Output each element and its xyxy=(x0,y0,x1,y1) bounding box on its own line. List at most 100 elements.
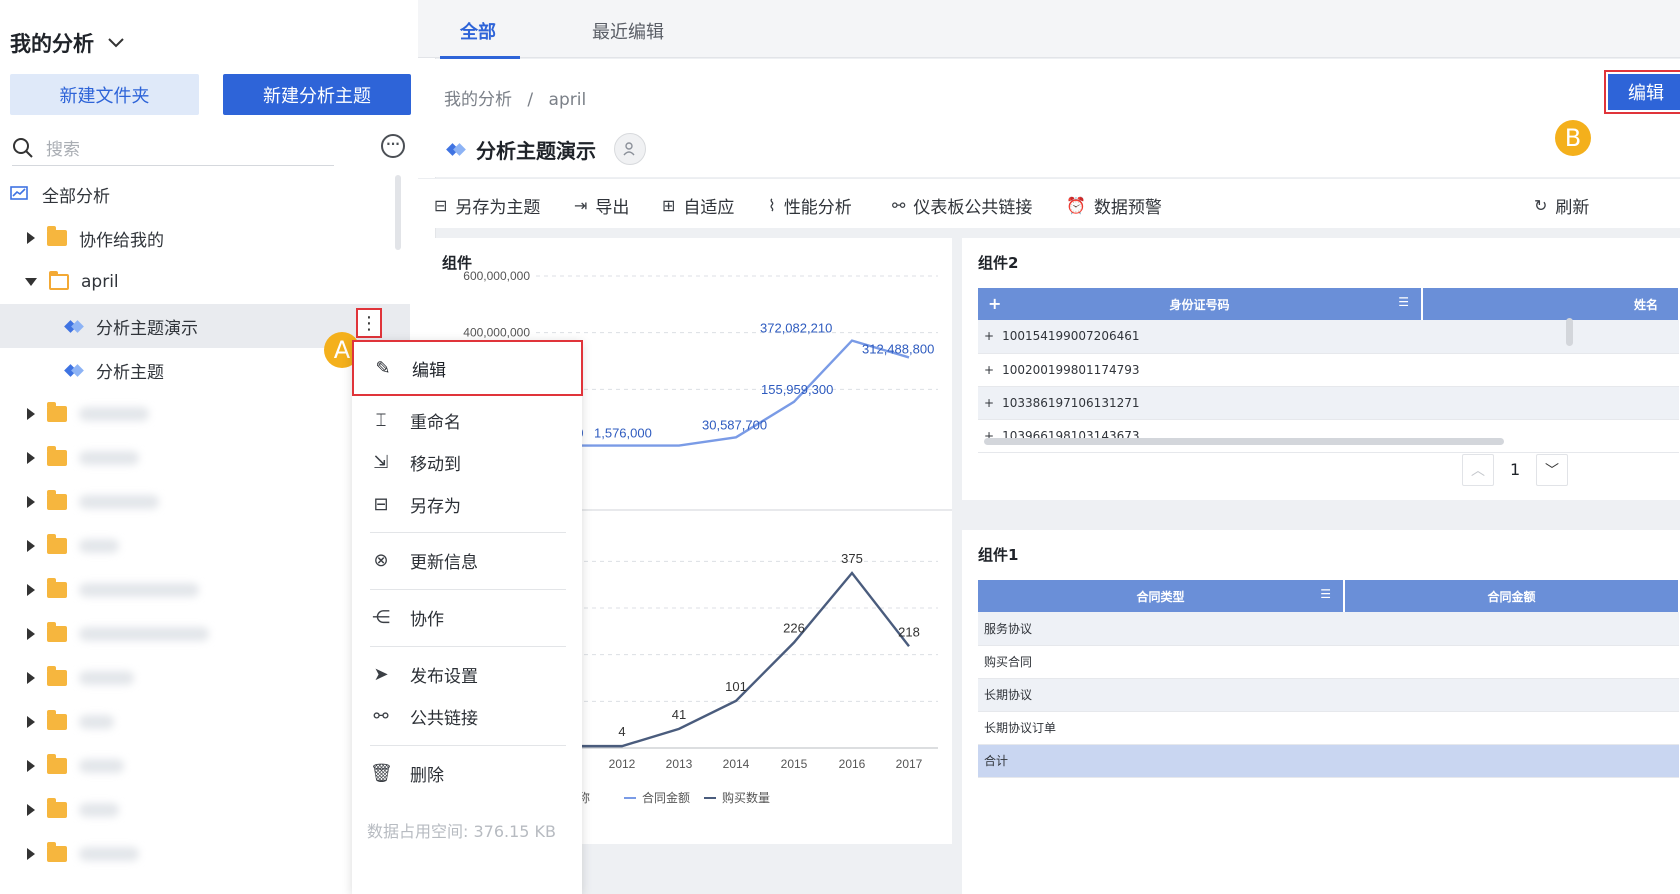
menu-divider xyxy=(370,646,566,647)
table-cell xyxy=(1344,711,1679,745)
update-icon: ⊗ xyxy=(373,549,389,571)
contract-table: 合同类型 ☰ 合同金额 服务协议 购买合同 长期协议 长期协议订单 合计 xyxy=(978,580,1680,778)
tree-item-blurred[interactable] xyxy=(0,524,410,568)
menu-item-delete[interactable]: 🗑 删除 xyxy=(352,753,582,793)
link-icon: ⚯ xyxy=(892,196,906,215)
folder-icon xyxy=(47,534,67,554)
sort-icon[interactable]: ☰ xyxy=(1398,295,1409,309)
save-icon: ⊟ xyxy=(434,196,448,215)
table-total-row[interactable]: 合计 xyxy=(978,744,1679,778)
sort-icon[interactable]: ☰ xyxy=(1320,587,1331,601)
marker-b: B xyxy=(1555,120,1591,156)
menu-item-publish[interactable]: ➤ 发布设置 xyxy=(352,654,582,694)
toolbar-label: 自适应 xyxy=(683,198,735,218)
menu-item-public-link[interactable]: ⚯ 公共链接 xyxy=(352,696,582,736)
export-button[interactable]: ⇥ 导出 xyxy=(574,193,629,218)
expand-icon[interactable] xyxy=(27,672,35,684)
public-link-button[interactable]: ⚯ 仪表板公共链接 xyxy=(892,193,1032,218)
expand-icon[interactable] xyxy=(27,584,35,596)
table-row[interactable]: +103966198103143673 xyxy=(978,419,1679,453)
tree-item-blurred[interactable] xyxy=(0,832,410,876)
breadcrumb-folder[interactable]: april xyxy=(549,90,587,110)
new-folder-button[interactable]: 新建文件夹 xyxy=(10,74,199,115)
adapt-button[interactable]: ⊞ 自适应 xyxy=(662,193,734,218)
table-row[interactable]: +100200199801174793 xyxy=(978,353,1679,387)
table-row[interactable]: 购买合同 xyxy=(978,645,1679,679)
tree-item-blurred[interactable] xyxy=(0,656,410,700)
expand-row-icon[interactable]: + xyxy=(984,329,994,343)
expand-icon[interactable] xyxy=(27,848,35,860)
more-options-icon[interactable]: ··· xyxy=(381,134,405,158)
table-cell xyxy=(1422,419,1679,453)
collaborator-icon[interactable] xyxy=(614,133,646,165)
column-header-amount[interactable]: 合同金额 xyxy=(1344,580,1680,612)
expand-icon[interactable] xyxy=(27,408,35,420)
table-cell xyxy=(1422,320,1679,354)
table-row[interactable]: 长期协议订单 xyxy=(978,711,1679,745)
tree-item-blurred[interactable] xyxy=(0,392,410,436)
folder-icon xyxy=(47,578,67,598)
page-down-button[interactable]: ﹀ xyxy=(1536,454,1568,486)
tab-recent[interactable]: 最近编辑 xyxy=(592,18,664,44)
edit-button-wrapper[interactable]: 编辑 xyxy=(1604,70,1680,114)
table-row[interactable]: +103386197106131271 xyxy=(978,386,1679,420)
tree-item-shared[interactable]: 协作给我的 xyxy=(0,216,410,260)
expand-icon[interactable] xyxy=(27,496,35,508)
menu-item-move[interactable]: ⇲ 移动到 xyxy=(352,442,582,482)
horizontal-scrollbar[interactable] xyxy=(984,438,1504,445)
folder-icon xyxy=(47,402,67,422)
page-header: 我的分析 / april 分析主题演示 xyxy=(418,59,1680,177)
tree-item-label: 全部分析 xyxy=(42,186,110,207)
menu-item-edit[interactable]: ✎ 编辑 xyxy=(352,340,583,396)
expand-row-icon[interactable]: + xyxy=(984,363,994,377)
menu-item-collab[interactable]: ⋲ 协作 xyxy=(352,597,582,637)
sidebar-title[interactable]: 我的分析 xyxy=(10,28,124,58)
search-field[interactable]: 搜索 xyxy=(12,130,334,166)
data-alert-button[interactable]: ⏰ 数据预警 xyxy=(1066,193,1162,218)
tree-item-blurred[interactable] xyxy=(0,700,410,744)
expand-icon[interactable] xyxy=(27,716,35,728)
menu-item-rename[interactable]: ⌶ 重命名 xyxy=(352,400,582,440)
tree-item-blurred[interactable] xyxy=(0,568,410,612)
perf-analysis-button[interactable]: ⌇ 性能分析 xyxy=(768,193,852,218)
tree-item-april[interactable]: april xyxy=(0,260,410,304)
column-header-id[interactable]: + 身份证号码 ☰ xyxy=(978,288,1423,320)
new-theme-button[interactable]: 新建分析主题 xyxy=(223,74,411,115)
item-more-button[interactable]: ⋮ xyxy=(356,308,382,338)
tree-item-blurred[interactable] xyxy=(0,788,410,832)
table-row[interactable]: 服务协议 xyxy=(978,612,1679,646)
expand-icon[interactable] xyxy=(27,804,35,816)
menu-item-save-as[interactable]: ⊟ 另存为 xyxy=(352,484,582,524)
tree-item-blurred[interactable] xyxy=(0,436,410,480)
column-header-name[interactable]: 姓名 xyxy=(1422,288,1680,320)
menu-item-update-info[interactable]: ⊗ 更新信息 xyxy=(352,540,582,580)
search-input[interactable]: 搜索 xyxy=(46,135,80,160)
x-tick-label: 2013 xyxy=(666,757,693,771)
save-as-theme-button[interactable]: ⊟ 另存为主题 xyxy=(434,193,540,218)
tree-item-blurred[interactable] xyxy=(0,744,410,788)
expand-icon[interactable] xyxy=(27,760,35,772)
tab-all[interactable]: 全部 xyxy=(460,18,496,44)
breadcrumb-root[interactable]: 我的分析 xyxy=(444,90,512,110)
table-row[interactable]: +100154199007206461 xyxy=(978,320,1679,354)
expand-icon[interactable] xyxy=(27,452,35,464)
expand-row-icon[interactable]: + xyxy=(984,396,994,410)
tree-item-blurred[interactable] xyxy=(0,612,410,656)
cell-text: 103386197106131271 xyxy=(1002,395,1140,410)
panel-title: 组件2 xyxy=(978,254,1019,272)
expand-icon[interactable] xyxy=(27,232,35,244)
refresh-button[interactable]: ↻ 刷新 xyxy=(1534,193,1589,218)
tree-item-blurred[interactable] xyxy=(0,480,410,524)
expand-all-icon[interactable]: + xyxy=(988,294,1001,313)
tree-item-all[interactable]: 全部分析 xyxy=(0,172,410,216)
column-header-type[interactable]: 合同类型 ☰ xyxy=(978,580,1345,612)
x-tick-label: 2017 xyxy=(896,757,923,771)
page-up-button[interactable]: ︿ xyxy=(1462,454,1494,486)
collapse-icon[interactable] xyxy=(25,278,37,286)
y-tick-label: 400,000,000 xyxy=(463,326,530,340)
table-row[interactable]: 长期协议 xyxy=(978,678,1679,712)
edit-button[interactable]: 编辑 xyxy=(1608,74,1680,110)
vertical-scrollbar[interactable] xyxy=(1566,318,1573,346)
expand-icon[interactable] xyxy=(27,540,35,552)
expand-icon[interactable] xyxy=(27,628,35,640)
